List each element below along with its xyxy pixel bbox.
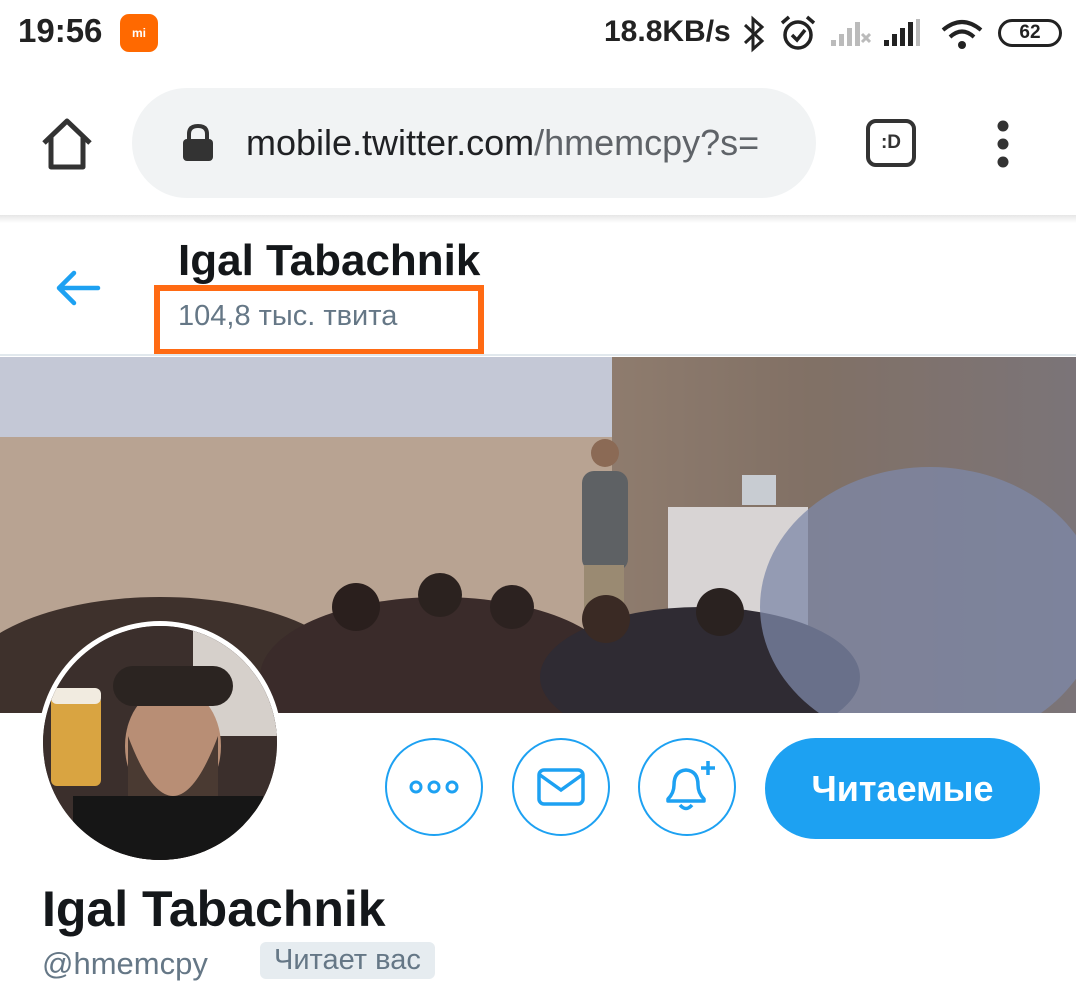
highlight-box (154, 285, 484, 355)
url-host: mobile.twitter.com (246, 122, 535, 163)
avatar[interactable] (38, 621, 282, 865)
alarm-icon (780, 15, 816, 50)
url-path: /hmemcpy?s= (534, 122, 760, 163)
signal-weak-icon (831, 22, 871, 46)
more-vert-icon[interactable] (990, 118, 1016, 170)
home-icon[interactable] (38, 115, 96, 173)
lock-icon[interactable] (181, 123, 215, 163)
header-profile-name: Igal Tabachnik (178, 236, 481, 285)
url-text[interactable]: mobile.twitter.com/hmemcpy?s= (246, 122, 792, 164)
bell-plus-icon (666, 761, 715, 811)
more-options-button[interactable] (385, 738, 483, 836)
tab-switcher-icon[interactable]: :D (866, 119, 916, 167)
signal-icon (884, 19, 920, 46)
header-divider (0, 354, 1076, 356)
browser-toolbar-shadow (0, 215, 1076, 223)
notifications-button[interactable] (638, 738, 736, 836)
mi-app-icon: mi (120, 14, 158, 52)
avatar-photo (43, 626, 277, 860)
following-button[interactable]: Читаемые (765, 738, 1040, 839)
bluetooth-icon (743, 15, 765, 53)
status-time: 19:56 (18, 12, 103, 49)
network-speed: 18.8KB/s (604, 15, 731, 48)
profile-handle: @hmemcpy (42, 946, 208, 981)
back-arrow-icon[interactable] (54, 268, 102, 308)
wifi-icon (941, 20, 983, 49)
envelope-icon (537, 768, 585, 806)
profile-name: Igal Tabachnik (42, 881, 386, 937)
message-button[interactable] (512, 738, 610, 836)
more-horizontal-icon (409, 780, 459, 794)
follows-you-badge: Читает вас (260, 942, 435, 979)
battery-indicator: 62 (998, 19, 1062, 47)
